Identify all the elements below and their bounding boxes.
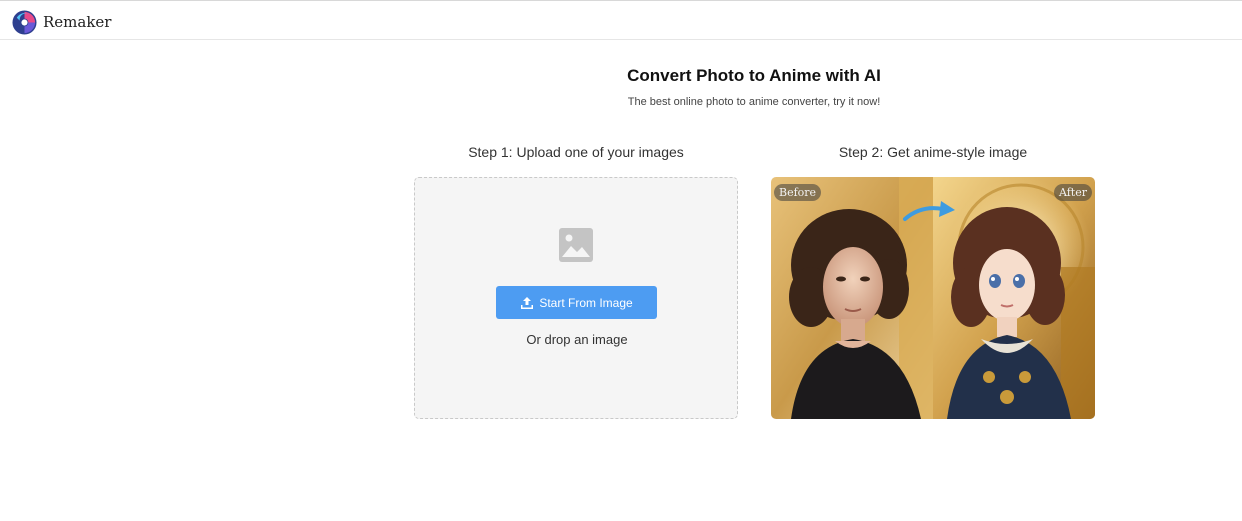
image-icon [559,228,593,262]
start-from-image-button[interactable]: Start From Image [496,286,657,319]
brand-name[interactable]: Remaker [43,13,111,31]
drop-hint: Or drop an image [526,332,628,347]
upload-dropzone[interactable]: Start From Image Or drop an image [414,177,738,419]
top-bar: Remaker [0,0,1242,40]
upload-icon [521,296,534,309]
before-after-image [771,177,1095,419]
page-title: Convert Photo to Anime with AI [627,66,881,85]
before-badge: Before [774,184,822,201]
after-badge: After [1053,184,1092,201]
step1-label: Step 1: Upload one of your images [468,144,684,160]
page-subtitle: The best online photo to anime converter… [627,96,881,108]
remaker-logo-icon[interactable] [12,10,37,35]
step2-label: Step 2: Get anime-style image [838,144,1028,160]
before-after-preview: Before After [771,177,1095,419]
start-from-image-label: Start From Image [539,295,633,310]
